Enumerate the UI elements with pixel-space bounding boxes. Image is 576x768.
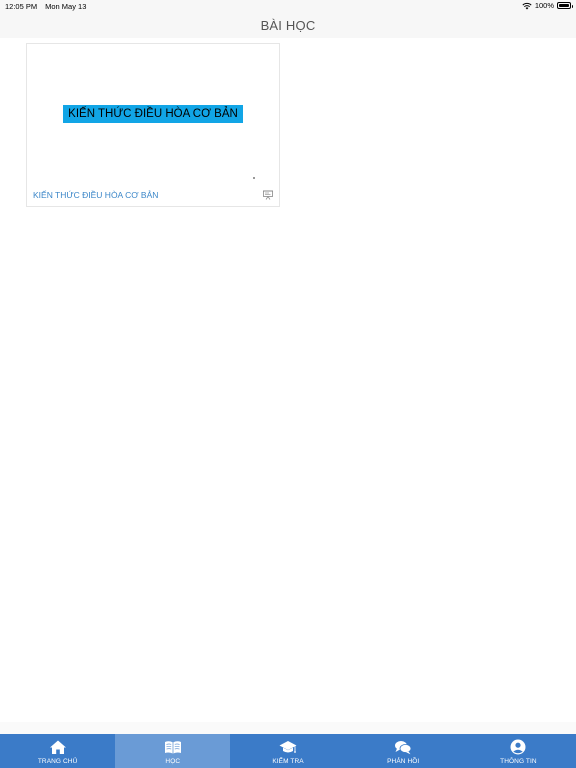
status-left: 12:05 PM Mon May 13 bbox=[5, 2, 86, 11]
user-icon bbox=[510, 739, 526, 755]
graduation-cap-icon bbox=[279, 741, 297, 753]
home-icon bbox=[49, 740, 66, 754]
lesson-thumbnail: KIẾN THỨC ĐIỀU HÒA CƠ BẢN bbox=[27, 44, 279, 184]
tab-feedback-label: PHẢN HỒI bbox=[387, 758, 420, 765]
status-time: 12:05 PM bbox=[5, 2, 38, 11]
tab-home[interactable]: TRANG CHỦ bbox=[0, 734, 115, 768]
app-screen: 12:05 PM Mon May 13 100% BÀI HỌC KIẾN TH… bbox=[0, 0, 576, 768]
lesson-card[interactable]: KIẾN THỨC ĐIỀU HÒA CƠ BẢN KIẾN THỨC ĐIỀU… bbox=[26, 43, 280, 207]
wifi-icon bbox=[522, 2, 532, 9]
tab-info-label: THÔNG TIN bbox=[500, 758, 537, 765]
thumbnail-dot bbox=[253, 177, 255, 179]
page-title: BÀI HỌC bbox=[260, 17, 316, 33]
battery-level bbox=[559, 4, 569, 7]
status-right: 100% bbox=[522, 1, 573, 10]
battery-percent: 100% bbox=[534, 1, 554, 10]
tab-info[interactable]: THÔNG TIN bbox=[461, 734, 576, 768]
presentation-icon bbox=[263, 190, 273, 200]
bottom-spacer bbox=[0, 722, 576, 734]
thumbnail-banner: KIẾN THỨC ĐIỀU HÒA CƠ BẢN bbox=[63, 105, 243, 123]
nav-bar: BÀI HỌC bbox=[0, 12, 576, 38]
tab-bar: TRANG CHỦ HỌC KIỂM TRA PHẢN HỒI THÔNG TI… bbox=[0, 734, 576, 768]
status-date: Mon May 13 bbox=[45, 2, 87, 11]
book-icon bbox=[164, 741, 181, 754]
tab-test-label: KIỂM TRA bbox=[272, 758, 304, 765]
tab-feedback[interactable]: PHẢN HỒI bbox=[346, 734, 461, 768]
lesson-list: KIẾN THỨC ĐIỀU HÒA CƠ BẢN KIẾN THỨC ĐIỀU… bbox=[0, 38, 576, 722]
tab-learn-label: HỌC bbox=[165, 758, 181, 765]
tab-test[interactable]: KIỂM TRA bbox=[230, 734, 345, 768]
battery-icon bbox=[557, 2, 573, 9]
chat-bubbles-icon bbox=[395, 741, 412, 755]
status-bar: 12:05 PM Mon May 13 100% bbox=[0, 0, 576, 12]
tab-home-label: TRANG CHỦ bbox=[37, 758, 78, 765]
lesson-title[interactable]: KIẾN THỨC ĐIỀU HÒA CƠ BẢN bbox=[33, 190, 158, 200]
tab-learn[interactable]: HỌC bbox=[115, 734, 231, 768]
